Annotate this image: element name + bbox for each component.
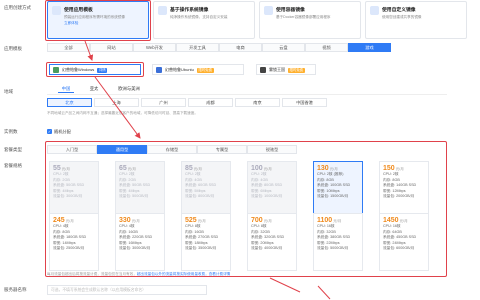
arrow-lower — [317, 285, 331, 300]
arrow-to-package — [94, 76, 141, 139]
arrow-down — [269, 277, 301, 293]
arrow-to-app — [84, 40, 94, 61]
annotation-arrows — [84, 40, 331, 300]
